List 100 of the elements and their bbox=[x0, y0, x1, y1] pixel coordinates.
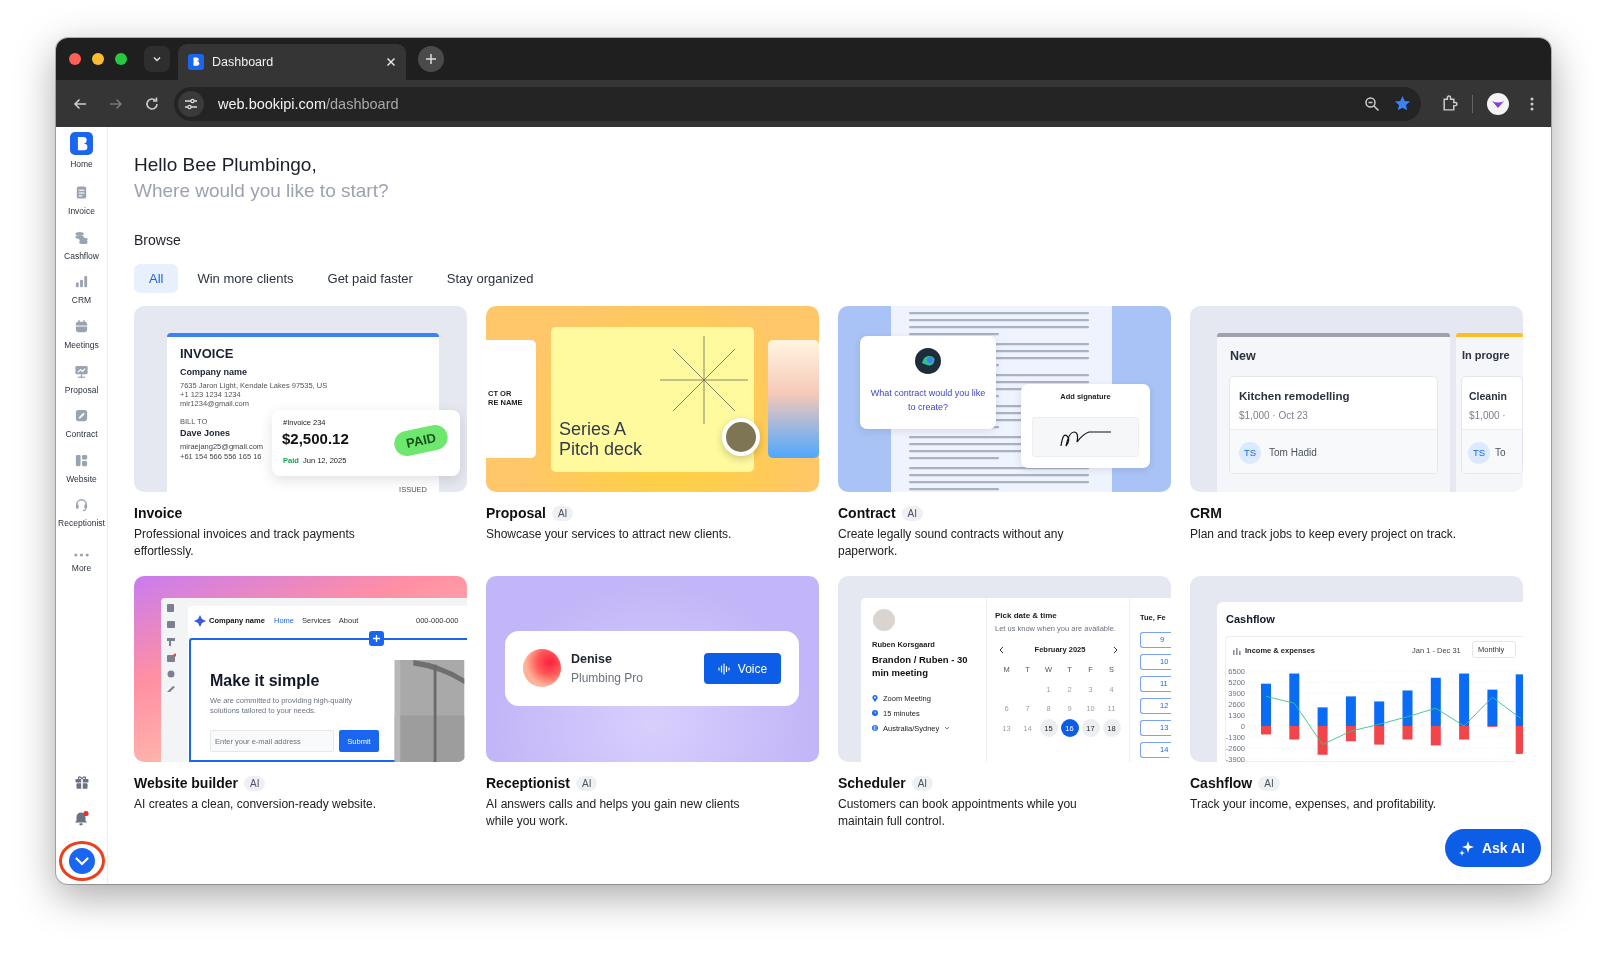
chart-bar bbox=[1374, 701, 1385, 726]
card-description: Showcase your services to attract new clients. bbox=[486, 526, 733, 543]
sidebar-item[interactable]: More bbox=[56, 533, 107, 578]
assignee-name: Tom Hadid bbox=[1269, 447, 1317, 458]
card-description: Customers can book appointments while you maintain full control. bbox=[838, 796, 1078, 830]
voice-button[interactable]: Voice bbox=[704, 653, 781, 684]
sidebar-item[interactable]: Website bbox=[56, 444, 107, 489]
panel-title: Pick date & time bbox=[995, 611, 1057, 620]
headset-icon bbox=[74, 497, 89, 513]
next-month-icon[interactable] bbox=[1113, 646, 1118, 654]
close-icon[interactable] bbox=[386, 57, 396, 67]
chevron-down-icon[interactable] bbox=[944, 726, 951, 730]
card-title: Proposal bbox=[486, 505, 546, 521]
url-text: web.bookipi.com/dashboard bbox=[218, 95, 399, 112]
logo-icon bbox=[194, 615, 206, 627]
zoom-icon[interactable] bbox=[1364, 95, 1380, 112]
ai-badge: AI bbox=[576, 775, 598, 791]
card-description: AI answers calls and helps you gain new clients while you work. bbox=[486, 796, 741, 830]
section-heading: Browse bbox=[134, 231, 182, 249]
sidebar-item[interactable]: CRM bbox=[56, 265, 107, 311]
panel-title: Cashflow bbox=[1226, 613, 1275, 625]
document-icon bbox=[74, 185, 89, 201]
card-description: Professional invoices and track payments effortlessly. bbox=[134, 526, 356, 560]
bar-chart-icon bbox=[1233, 648, 1241, 655]
browser-tab[interactable]: Dashboard bbox=[178, 44, 406, 80]
globe-icon bbox=[872, 725, 878, 731]
bot-avatar-icon bbox=[915, 348, 941, 374]
sparkle-icon bbox=[1458, 840, 1475, 856]
ai-badge: AI bbox=[911, 775, 934, 791]
chevron-down-icon bbox=[152, 54, 162, 64]
account-avatar[interactable] bbox=[68, 848, 95, 874]
address-bar[interactable]: web.bookipi.com/dashboard bbox=[174, 86, 1421, 121]
notification-bell-icon[interactable] bbox=[73, 810, 90, 827]
card-title: Cashflow bbox=[1190, 775, 1253, 791]
job-title: Cleanin bbox=[1469, 390, 1507, 402]
reload-icon[interactable] bbox=[144, 95, 160, 112]
hero-headline: Make it simple bbox=[210, 672, 320, 690]
card-title: Contract bbox=[838, 505, 896, 521]
sidebar-item[interactable]: Proposal bbox=[56, 354, 107, 400]
document-heading: INVOICE bbox=[180, 346, 234, 361]
filter-tab[interactable]: Win more clients bbox=[182, 264, 309, 293]
add-section-button[interactable] bbox=[369, 631, 384, 646]
sidebar-item[interactable]: Receptionist bbox=[56, 488, 107, 534]
logo-icon bbox=[188, 54, 204, 70]
ai-badge: AI bbox=[244, 775, 266, 791]
extensions-icon[interactable] bbox=[1441, 95, 1458, 112]
signature-field[interactable] bbox=[1032, 417, 1139, 457]
card-description: Track your income, expenses, and profitability. bbox=[1190, 796, 1438, 813]
coins-icon bbox=[74, 229, 89, 245]
bookmark-star-icon[interactable] bbox=[1394, 95, 1411, 112]
ai-badge: AI bbox=[901, 505, 923, 521]
window-minimize-button[interactable] bbox=[92, 53, 104, 65]
calendar-icon bbox=[74, 318, 89, 334]
sidebar-item[interactable]: Contract bbox=[56, 399, 107, 445]
card-title: Website builder bbox=[134, 775, 238, 791]
new-tab-button[interactable] bbox=[418, 46, 444, 72]
window-close-button[interactable] bbox=[69, 53, 81, 65]
ai-badge: AI bbox=[551, 505, 574, 521]
card-title: Receptionist bbox=[486, 775, 570, 791]
previous-month-icon[interactable] bbox=[999, 646, 1004, 654]
chart-bar bbox=[1374, 726, 1385, 745]
initials-avatar: TS bbox=[1239, 441, 1261, 464]
more-icon bbox=[74, 552, 89, 557]
window-maximize-button[interactable] bbox=[115, 53, 127, 65]
column-title: In progre bbox=[1462, 349, 1510, 361]
column-title: New bbox=[1230, 349, 1256, 363]
gift-icon[interactable] bbox=[73, 774, 90, 790]
subtitle: Where would you like to start? bbox=[134, 179, 390, 203]
more-menu-icon[interactable] bbox=[1529, 95, 1535, 112]
card-preview[interactable]: New Kitchen remodelling $1,000 · Oct 23 TS Tom Hadid In progre Cleanin $1,000 · TS To bbox=[1190, 306, 1523, 492]
card-description: AI creates a clean, conversion-ready website. bbox=[134, 796, 378, 813]
sidebar-item[interactable]: Cashflow bbox=[56, 221, 107, 266]
agent-role: Plumbing Pro bbox=[571, 671, 644, 685]
chat-message: What contract would you like to create? bbox=[870, 387, 986, 414]
sidebar-item[interactable]: Invoice bbox=[56, 176, 107, 222]
card-description: Create legally sound contracts without any paperwork. bbox=[838, 526, 1065, 560]
job-card[interactable]: Kitchen remodelling $1,000 · Oct 23 TS Tom Hadid bbox=[1229, 376, 1438, 474]
filter-tab[interactable]: All bbox=[134, 264, 179, 293]
filter-tab[interactable]: Stay organized bbox=[431, 264, 549, 293]
document-text: Dave Jones bbox=[180, 428, 231, 438]
card-title: CRM bbox=[1190, 505, 1222, 521]
pen-icon bbox=[74, 408, 89, 424]
invoice-amount: $2,500.12 bbox=[282, 430, 349, 447]
initials-avatar: TS bbox=[1468, 441, 1490, 464]
site-settings-icon[interactable] bbox=[178, 90, 204, 117]
sidebar-item[interactable]: Home bbox=[56, 132, 107, 177]
job-meta: $1,000 · bbox=[1469, 410, 1506, 421]
greeting: Hello Bee Plumbingo, bbox=[134, 153, 318, 177]
card-preview[interactable] bbox=[134, 306, 467, 492]
logo-icon bbox=[70, 132, 93, 155]
profile-avatar[interactable] bbox=[1487, 92, 1509, 115]
card-preview[interactable]: Denise Plumbing Pro Voice bbox=[486, 576, 819, 762]
ask-ai-button[interactable]: Ask AI bbox=[1444, 829, 1541, 867]
job-meta: $1,000 · Oct 23 bbox=[1239, 410, 1308, 421]
sound-wave-icon bbox=[717, 662, 731, 675]
sidebar-item[interactable]: Meetings bbox=[56, 310, 107, 355]
bar-chart-icon bbox=[74, 274, 89, 290]
filter-tab[interactable]: Get paid faster bbox=[312, 264, 428, 293]
job-card[interactable]: Cleanin $1,000 · TS To bbox=[1461, 376, 1523, 474]
assignee-name: To bbox=[1495, 447, 1506, 458]
